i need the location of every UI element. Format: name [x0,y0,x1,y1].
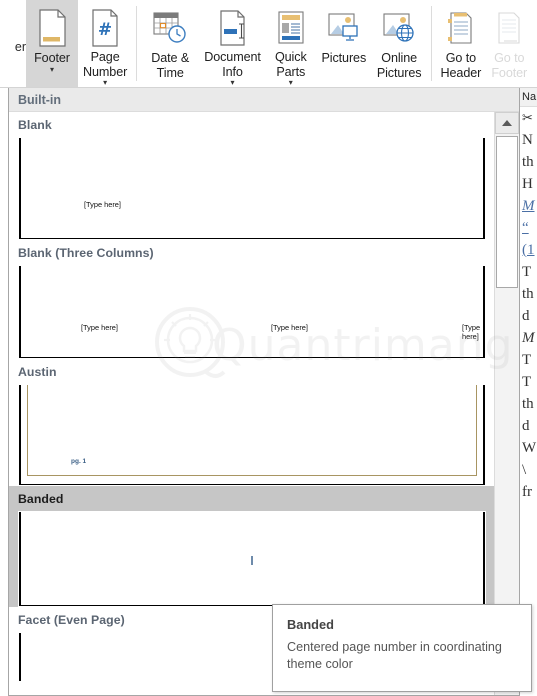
gallery-item-label: Banded [9,486,495,511]
type-here-placeholder: [Type here] [84,200,121,209]
doc-line: T [522,374,532,390]
footer-preview-austin[interactable]: pg. 1 [18,384,486,486]
footer-preview-blank-three-columns[interactable]: [Type here] [Type here] [Type here] [18,265,486,359]
page-edge-left [19,633,21,681]
document-info-button-label: Document Info [204,50,261,79]
page-edge-bottom [19,483,485,485]
gallery-item-tooltip: Banded Centered page number in coordinat… [272,604,532,692]
type-here-placeholder: [Type here] [271,323,308,332]
svg-text:#: # [98,20,112,40]
go-to-header-button-label: Go to Header [440,51,482,80]
doc-line: N [522,132,533,148]
gallery-item-label: Blank (Three Columns) [18,246,154,260]
austin-page-number: pg. 1 [71,458,87,465]
ribbon-header-footer-group: er Footer ▾ # Page Number ▾ Date & Time … [0,0,537,88]
doc-line: th [522,396,534,412]
pictures-button[interactable]: Pictures [316,0,372,87]
doc-line: M [522,198,535,214]
doc-line: fr [522,484,532,500]
ribbon-partial-left-label: er [14,40,26,54]
banded-page-number-mark [251,556,253,565]
type-here-placeholder: [Type here] [81,323,118,332]
go-to-header-icon [447,5,475,51]
doc-line: d [522,308,530,324]
footer-button[interactable]: Footer ▾ [26,0,78,87]
gallery-item-blank-three-columns[interactable]: Blank (Three Columns) [Type here] [Type … [9,240,495,359]
type-here-placeholder: [Type here] [462,323,481,341]
footer-preview-blank[interactable]: [Type here] [18,137,486,240]
online-pictures-button-label: Online Pictures [376,51,422,80]
date-time-button-label: Date & Time [151,51,190,80]
pictures-button-label: Pictures [321,51,367,65]
chevron-down-icon[interactable]: ▾ [50,65,54,74]
date-time-button[interactable]: Date & Time [141,0,199,87]
pictures-icon [328,5,360,51]
page-number-button[interactable]: # Page Number ▾ [78,0,132,87]
online-pictures-button[interactable]: Online Pictures [372,0,427,87]
go-to-footer-button[interactable]: Go to Footer [486,0,532,87]
scrollbar-thumb[interactable] [496,136,518,288]
gallery-item-banded[interactable]: Banded [9,486,495,607]
footer-button-label: Footer [34,51,70,65]
doc-line: d [522,418,530,434]
page-edge-right [483,385,485,485]
page-number-button-label: Page Number [83,50,128,79]
gallery-item-label: Austin [18,365,57,379]
page-number-icon: # [91,5,119,50]
go-to-header-button[interactable]: Go to Header [436,0,487,87]
doc-line: th [522,286,534,302]
page-edge-left [19,385,21,485]
page-edge-right [483,512,485,606]
gallery-item-blank[interactable]: Blank [Type here] [9,112,495,240]
chevron-down-icon[interactable]: ▾ [231,79,235,87]
doc-line: H [522,176,533,192]
caret-up-icon [502,120,512,126]
word-footer-gallery-screen: er Footer ▾ # Page Number ▾ Date & Time … [0,0,537,696]
page-edge-bottom [19,237,485,239]
gallery-item-label: Blank [18,118,52,132]
doc-line: ✂ [522,110,533,125]
ribbon-divider [430,6,432,81]
page-edge-left [19,138,21,239]
quick-parts-icon [277,5,305,50]
doc-line: W [522,440,537,456]
gallery-item-austin[interactable]: Austin pg. 1 [9,359,495,486]
chevron-down-icon[interactable]: ▾ [103,79,107,87]
quick-parts-button-label: Quick Parts [274,50,307,79]
doc-line: \ [522,462,527,478]
go-to-footer-icon [495,5,523,51]
doc-line: M [522,330,535,346]
page-edge-right [483,138,485,239]
tooltip-description: Centered page number in coordinating the… [287,640,502,671]
tooltip-title: Banded [287,617,334,632]
chevron-down-icon[interactable]: ▾ [289,79,293,87]
austin-accent-frame [27,385,477,476]
doc-line: T [522,264,532,280]
page-edge-left [19,512,21,606]
doc-line: “ [522,220,529,236]
calendar-clock-icon [153,5,187,51]
go-to-footer-button-label: Go to Footer [491,51,528,80]
doc-line: th [522,154,534,170]
document-info-button[interactable]: Document Info ▾ [199,0,266,87]
online-pictures-icon [383,5,415,51]
page-footer-icon [37,5,67,51]
quick-parts-button[interactable]: Quick Parts ▾ [266,0,316,87]
doc-line: T [522,352,532,368]
ribbon-divider [136,6,138,81]
page-edge-left [19,266,21,358]
document-strip-header: Na [520,88,537,107]
footer-preview-banded[interactable] [18,511,486,607]
page-edge-right [483,266,485,358]
gallery-section-header: Built-in [9,88,519,112]
doc-line: (1 [522,242,535,258]
document-strip-lines: ✂ N th H M “ (1 T th d M T T th d W \ fr [520,107,537,503]
page-edge-bottom [19,356,485,358]
document-info-icon [219,5,247,50]
scroll-up-button[interactable] [495,112,519,134]
